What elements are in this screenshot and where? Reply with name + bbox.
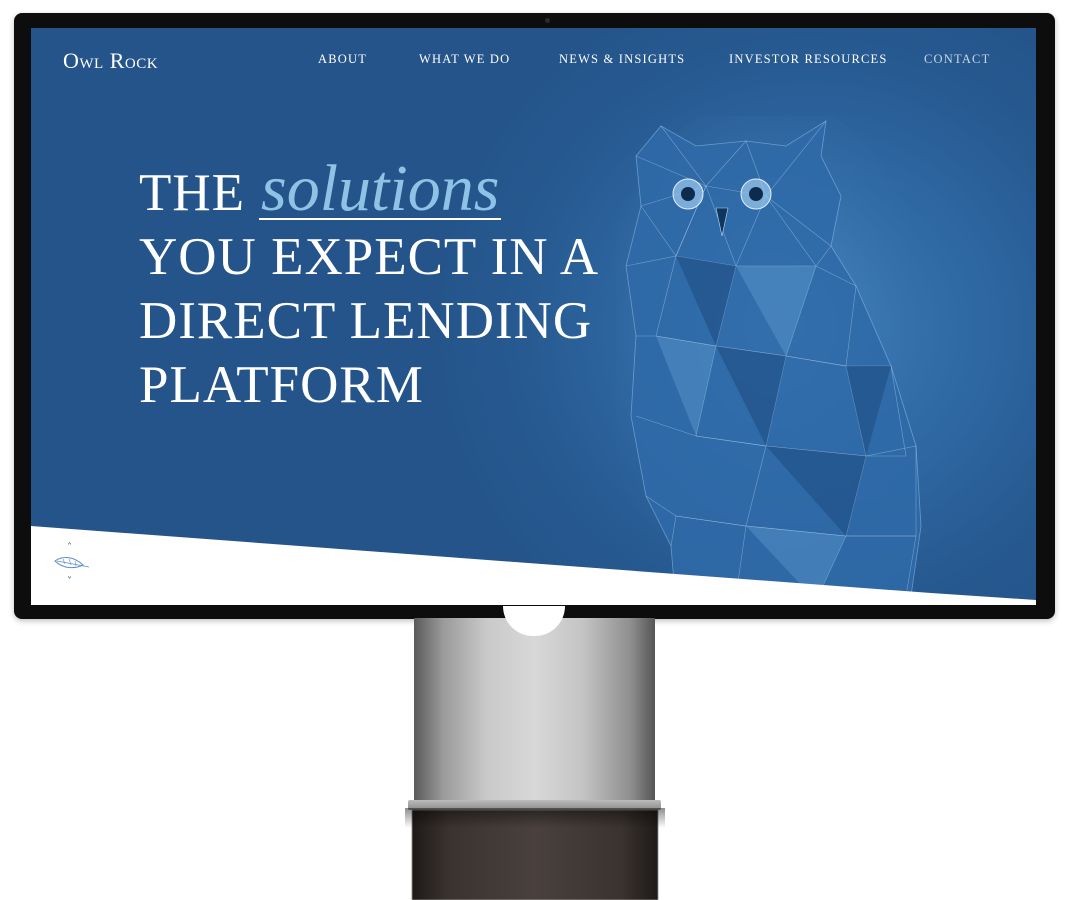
website-screen: Owl Rock ABOUT WHAT WE DO NEWS & INSIGHT… xyxy=(31,28,1036,605)
hero-line-1-prefix: THE xyxy=(139,164,246,222)
owl-illustration xyxy=(616,116,926,605)
monitor-mockup: Owl Rock ABOUT WHAT WE DO NEWS & INSIGHT… xyxy=(0,0,1068,900)
nav-investor-resources[interactable]: INVESTOR RESOURCES xyxy=(729,52,888,67)
main-nav: ABOUT WHAT WE DO NEWS & INSIGHTS INVESTO… xyxy=(31,52,1036,72)
hero-line-3: DIRECT LENDING xyxy=(139,292,593,350)
stand-shadow xyxy=(405,808,665,828)
monitor-bezel: Owl Rock ABOUT WHAT WE DO NEWS & INSIGHT… xyxy=(14,13,1055,619)
scroll-control: ˄ ˅ xyxy=(53,542,93,588)
hero-line-4: PLATFORM xyxy=(139,356,424,414)
hero-line-1: THE solutions xyxy=(139,152,599,225)
nav-news-insights[interactable]: NEWS & INSIGHTS xyxy=(559,52,685,67)
hero-line-2: YOU EXPECT IN A xyxy=(139,228,600,286)
hero-headline: THE solutions YOU EXPECT IN A DIRECT LEND… xyxy=(139,152,600,417)
nav-contact[interactable]: CONTACT xyxy=(924,52,990,67)
chevron-down-icon[interactable]: ˅ xyxy=(67,576,72,587)
chevron-up-icon[interactable]: ˄ xyxy=(67,542,72,553)
hero-accent-word: solutions xyxy=(259,152,502,225)
nav-what-we-do[interactable]: WHAT WE DO xyxy=(419,52,510,67)
nav-about[interactable]: ABOUT xyxy=(318,52,367,67)
camera-dot xyxy=(545,18,550,23)
monitor-stand-neck xyxy=(414,618,655,802)
feather-icon xyxy=(54,557,90,569)
